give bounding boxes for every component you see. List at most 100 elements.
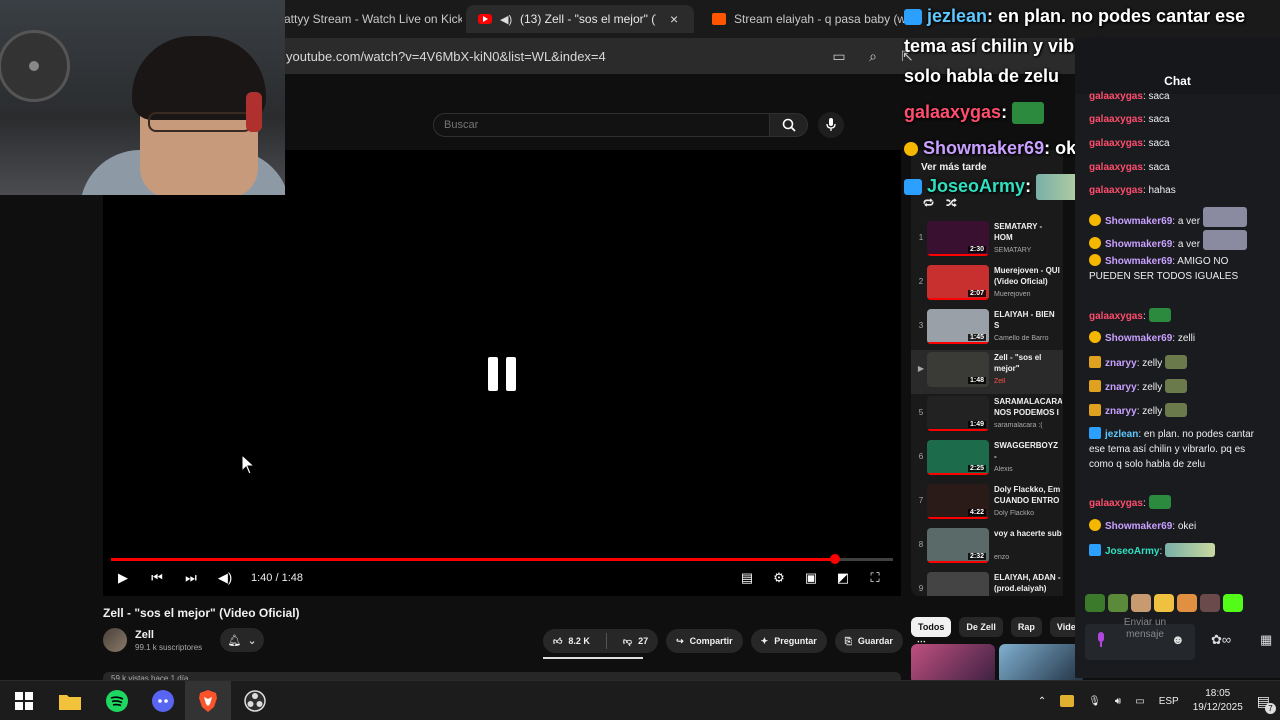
playlist-item-title: SEMATARY - HOM (OFFICIAL VIDEO xyxy=(994,222,1061,245)
playlist-thumbnail: 1:49 xyxy=(927,396,989,431)
file-explorer-icon[interactable] xyxy=(58,689,82,713)
emote-icon[interactable] xyxy=(1085,594,1105,612)
emote-icon[interactable] xyxy=(1131,594,1151,612)
share-button[interactable]: ↪ Compartir xyxy=(666,629,743,653)
previous-icon[interactable]: ⏮ xyxy=(149,570,165,586)
volume-tray-icon[interactable]: 🔊︎ xyxy=(1115,696,1121,707)
url-field[interactable]: youtube.com/watch?v=4V6MbX-kiN0&list=WL&… xyxy=(286,49,606,64)
tray-app-icon[interactable] xyxy=(1060,695,1075,707)
recommended-thumbnail[interactable] xyxy=(911,644,995,684)
chevron-up-icon[interactable]: ⌃ xyxy=(1038,696,1046,707)
emote-icon xyxy=(1165,403,1188,417)
chat-username[interactable]: galaaxygas xyxy=(1089,162,1143,173)
tab-soundcloud[interactable]: Stream elaiyah - q pasa baby (waso xyxy=(700,5,905,33)
search-button[interactable] xyxy=(770,113,808,137)
playlist-item[interactable]: 5 1:49 SARAMALACARA NOS PODEMOS I saramalac… xyxy=(911,394,1063,438)
voice-search-button[interactable] xyxy=(818,112,844,138)
chip-rap[interactable]: Rap xyxy=(1010,617,1042,637)
chat-username[interactable]: Showmaker69 xyxy=(1105,239,1172,250)
network-icon[interactable]: ▭ xyxy=(1135,696,1144,707)
discord-icon[interactable] xyxy=(151,689,175,713)
chat-username[interactable]: Showmaker69 xyxy=(1105,333,1172,344)
obs-studio-icon[interactable] xyxy=(243,689,267,713)
chip-de-zell[interactable]: De Zell xyxy=(959,617,1003,637)
chat-username[interactable]: znaryy xyxy=(1105,358,1137,369)
chat-username[interactable]: galaaxygas xyxy=(1089,91,1143,102)
playlist-item[interactable]: ▶ 1:48 Zell - "sos el mejor" Oficial) Zell xyxy=(911,350,1063,394)
search-input[interactable] xyxy=(433,113,770,137)
playlist-item[interactable]: 7 4:22 Doly Flackko, Em CUANDO ENTRO Doly F… xyxy=(911,482,1063,526)
spotify-icon[interactable] xyxy=(105,689,129,713)
share-label: Compartir xyxy=(689,636,733,646)
chat-username[interactable]: galaaxygas xyxy=(1089,138,1143,149)
share-arrow-icon: ↪ xyxy=(676,635,684,646)
dislike-button[interactable]: 👎︎ 27 xyxy=(613,629,658,653)
channel-name[interactable]: Zell xyxy=(135,629,202,641)
chat-username[interactable]: JoseoArmy xyxy=(1105,546,1159,557)
playlist-item[interactable]: 8 2:32 voy a hacerte sub enzo xyxy=(911,526,1063,570)
notification-count: 7 xyxy=(1265,702,1276,714)
miniplayer-icon[interactable]: ▣ xyxy=(803,570,819,586)
play-icon[interactable]: ▶ xyxy=(115,570,131,586)
notifications-bell-button[interactable]: 🔔︎ ⌄ xyxy=(220,628,265,652)
fullscreen-icon[interactable]: ⛶ xyxy=(867,570,883,586)
chip-todos[interactable]: Todos xyxy=(911,617,952,637)
chat-username[interactable]: Showmaker69 xyxy=(1105,216,1172,227)
chat-username[interactable]: galaaxygas xyxy=(1089,185,1143,196)
emote-icon[interactable] xyxy=(1177,594,1197,612)
playlist-item-title: SARAMALACARA NOS PODEMOS I xyxy=(994,397,1062,417)
playlist-item[interactable]: 92:17ELAIYAH, ADAN - (prod.elaiyah) xyxy=(911,570,1063,596)
chat-username[interactable]: znaryy xyxy=(1105,406,1137,417)
progress-scrubber[interactable] xyxy=(830,554,841,564)
chat-username[interactable]: znaryy xyxy=(1105,382,1137,393)
chat-username[interactable]: jezlean xyxy=(1105,429,1138,440)
clock[interactable]: 18:05 19/12/2025 xyxy=(1193,687,1243,715)
language-indicator[interactable]: ESP xyxy=(1159,696,1179,707)
playlist-item[interactable]: 3 1:45 ELAIYAH - BIEN S (PROD.ELAIYAH) Came… xyxy=(911,307,1063,351)
playlist-index: ▶ xyxy=(917,364,925,373)
progress-bar[interactable] xyxy=(111,554,893,564)
emote-icon[interactable] xyxy=(1223,594,1243,612)
picture-in-picture-icon[interactable]: ▭ xyxy=(830,47,848,65)
ask-button[interactable]: ✦ Preguntar xyxy=(750,629,827,653)
next-icon[interactable]: ⏭ xyxy=(183,570,199,586)
rewards-icon[interactable]: ✿∞ xyxy=(1211,632,1231,648)
volume-icon[interactable]: ◀) xyxy=(217,570,233,586)
close-tab-icon[interactable]: × xyxy=(670,11,678,27)
save-button[interactable]: ⎘ Guardar xyxy=(834,629,903,653)
playlist-item[interactable]: 2 2:07 Muerejoven - QUI (Video Oficial) Mue… xyxy=(911,263,1063,307)
cast-icon[interactable]: ◩ xyxy=(835,570,851,586)
playlist-item[interactable]: 6 2:25 SWAGGERBOYZ - (En reversa) Alexis xyxy=(911,438,1063,482)
playlist-title[interactable]: Ver más tarde xyxy=(921,162,987,173)
speaker-icon[interactable]: ◀) xyxy=(500,13,512,26)
chat-username[interactable]: galaaxygas xyxy=(1089,114,1143,125)
microphone-icon[interactable] xyxy=(1095,632,1107,648)
shop-icon[interactable]: ▦ xyxy=(1260,632,1272,648)
video-player[interactable]: ▶ ⏮ ⏭ ◀) 1:40 / 1:48 ▤ ⚙ ▣ ◩ ⛶ xyxy=(103,150,901,596)
chat-username[interactable]: Showmaker69 xyxy=(1105,256,1172,267)
emote-icon[interactable] xyxy=(1108,594,1128,612)
tab-kick-stream[interactable]: attyy Stream - Watch Live on Kick xyxy=(272,5,462,33)
chat-username[interactable]: galaaxygas xyxy=(1089,311,1143,322)
chat-username[interactable]: galaaxygas xyxy=(1089,498,1143,509)
microphone-tray-icon[interactable]: 🎙︎ xyxy=(1088,696,1101,707)
emote-icon[interactable] xyxy=(1154,594,1174,612)
playlist-item[interactable]: 1 2:30 SEMATARY - HOM (OFFICIAL VIDEO SEMAT… xyxy=(911,219,1063,263)
zoom-icon[interactable]: ⌕ xyxy=(864,47,882,65)
windows-start-icon[interactable] xyxy=(12,689,36,713)
recommended-thumbnail[interactable] xyxy=(999,644,1083,684)
fan-image xyxy=(0,30,70,102)
channel-avatar[interactable] xyxy=(103,628,127,652)
tab-youtube-video[interactable]: ◀) (13) Zell - "sos el mejor" (Vide × xyxy=(466,5,694,33)
like-button[interactable]: 👍︎ 8.2 K xyxy=(543,629,600,653)
notifications-icon[interactable]: ▤ 7 xyxy=(1257,693,1276,714)
emoji-icon[interactable]: ☻ xyxy=(1171,632,1185,647)
chat-username[interactable]: Showmaker69 xyxy=(1105,521,1172,532)
chat-text: : xyxy=(1142,311,1146,322)
emote-icon xyxy=(1012,102,1045,125)
subtitles-icon[interactable]: ▤ xyxy=(739,570,755,586)
brave-browser-icon[interactable] xyxy=(196,689,220,713)
settings-gear-icon[interactable]: ⚙ xyxy=(771,570,787,586)
emote-icon[interactable] xyxy=(1200,594,1220,612)
chat-text: : xyxy=(1159,546,1163,557)
